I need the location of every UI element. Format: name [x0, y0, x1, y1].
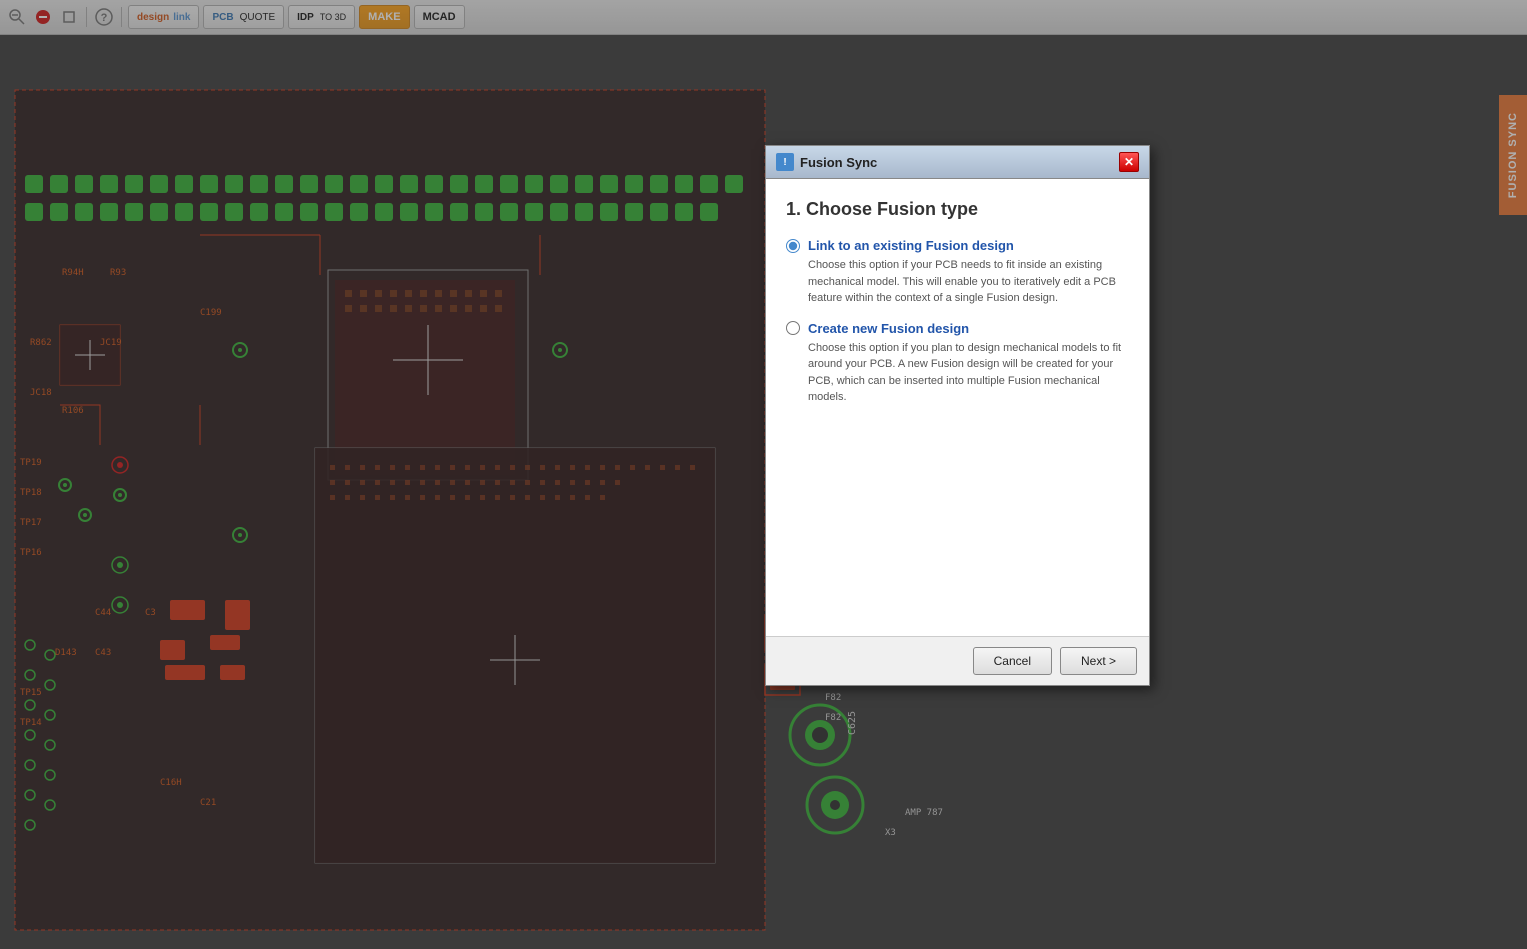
- dialog-footer: Cancel Next >: [766, 636, 1149, 685]
- next-button[interactable]: Next >: [1060, 647, 1137, 675]
- dialog-title-text: Fusion Sync: [800, 155, 877, 170]
- option2-container: Create new Fusion design Choose this opt…: [786, 321, 1129, 406]
- cancel-button[interactable]: Cancel: [973, 647, 1052, 675]
- dialog-spacer: [786, 420, 1129, 620]
- dialog-content: 1. Choose Fusion type Link to an existin…: [766, 179, 1149, 636]
- option1-radio[interactable]: [786, 239, 800, 253]
- dialog-title-icon: !: [776, 153, 794, 171]
- option1-label-row: Link to an existing Fusion design: [786, 238, 1129, 253]
- modal-overlay: [0, 0, 1527, 949]
- option1-label[interactable]: Link to an existing Fusion design: [808, 238, 1014, 253]
- dialog-close-button[interactable]: ✕: [1119, 152, 1139, 172]
- option1-container: Link to an existing Fusion design Choose…: [786, 238, 1129, 307]
- fusion-sync-dialog: ! Fusion Sync ✕ 1. Choose Fusion type Li…: [765, 145, 1150, 686]
- option2-radio[interactable]: [786, 321, 800, 335]
- option2-description: Choose this option if you plan to design…: [786, 340, 1129, 406]
- dialog-title-area: ! Fusion Sync: [776, 153, 877, 171]
- option2-label-row: Create new Fusion design: [786, 321, 1129, 336]
- option2-label[interactable]: Create new Fusion design: [808, 321, 969, 336]
- dialog-titlebar: ! Fusion Sync ✕: [766, 146, 1149, 179]
- option1-description: Choose this option if your PCB needs to …: [786, 257, 1129, 307]
- dialog-heading: 1. Choose Fusion type: [786, 199, 1129, 220]
